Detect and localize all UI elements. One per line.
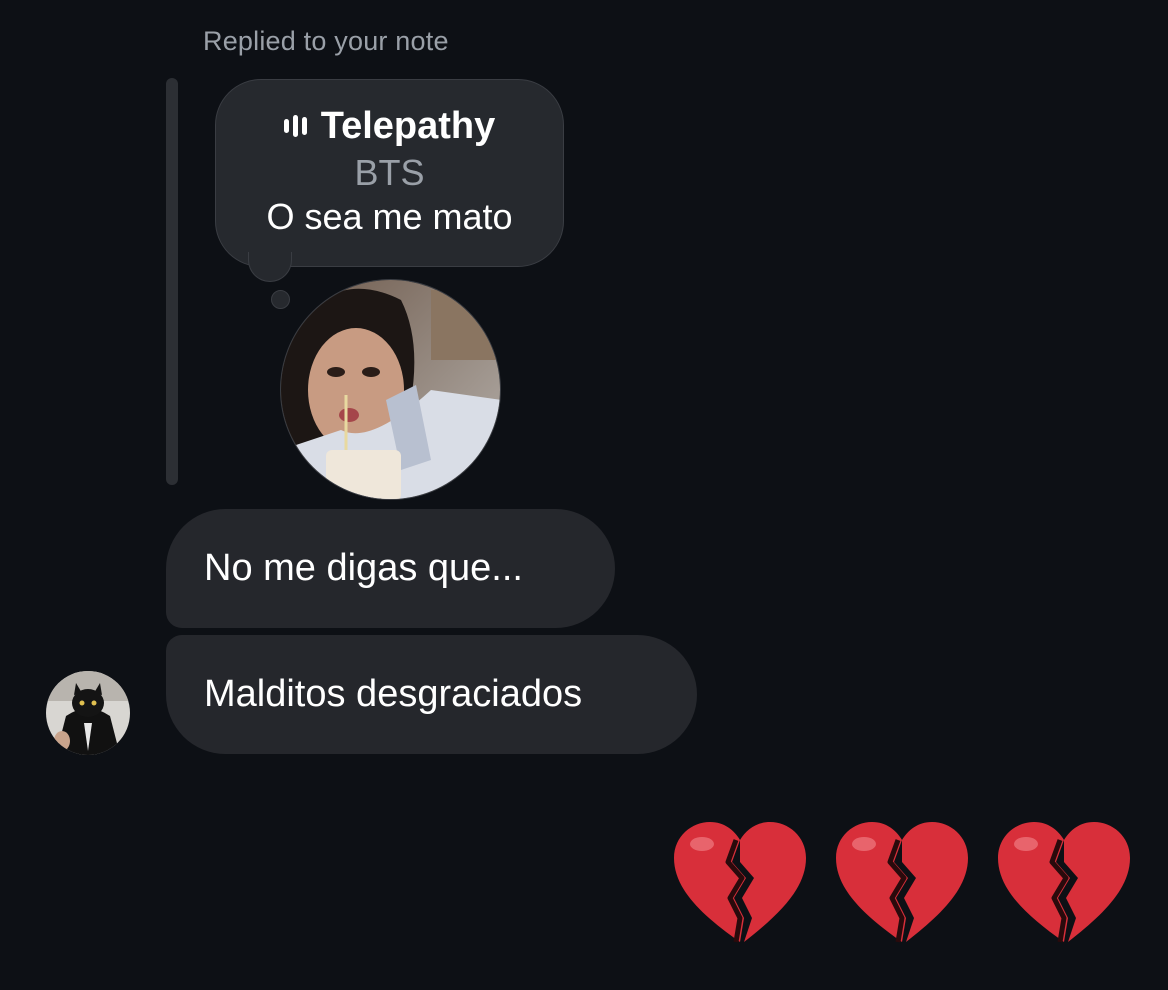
replied-to-note-label: Replied to your note xyxy=(203,26,449,56)
quote-bar xyxy=(166,78,178,485)
note-song-title: Telepathy xyxy=(320,104,496,147)
note-text: O sea me mato xyxy=(266,196,513,237)
sender-avatar[interactable] xyxy=(46,671,130,755)
note-artist: BTS xyxy=(354,152,425,193)
broken-heart-icon xyxy=(836,822,968,943)
note-title-row: Telepathy xyxy=(215,103,564,149)
broken-heart-icon xyxy=(998,822,1130,943)
note-bubble-tail-dot xyxy=(271,290,290,309)
message-text: Malditos desgraciados xyxy=(204,673,583,715)
message-text: No me digas que... xyxy=(204,547,523,589)
music-bars-icon xyxy=(283,114,307,138)
note-author-avatar[interactable] xyxy=(280,279,501,500)
message-bubble[interactable]: No me digas que... xyxy=(166,509,615,628)
note-bubble-tail xyxy=(248,252,292,282)
broken-heart-icon xyxy=(674,822,806,943)
reaction-row xyxy=(670,818,1134,946)
message-bubble[interactable]: Malditos desgraciados xyxy=(166,635,697,754)
